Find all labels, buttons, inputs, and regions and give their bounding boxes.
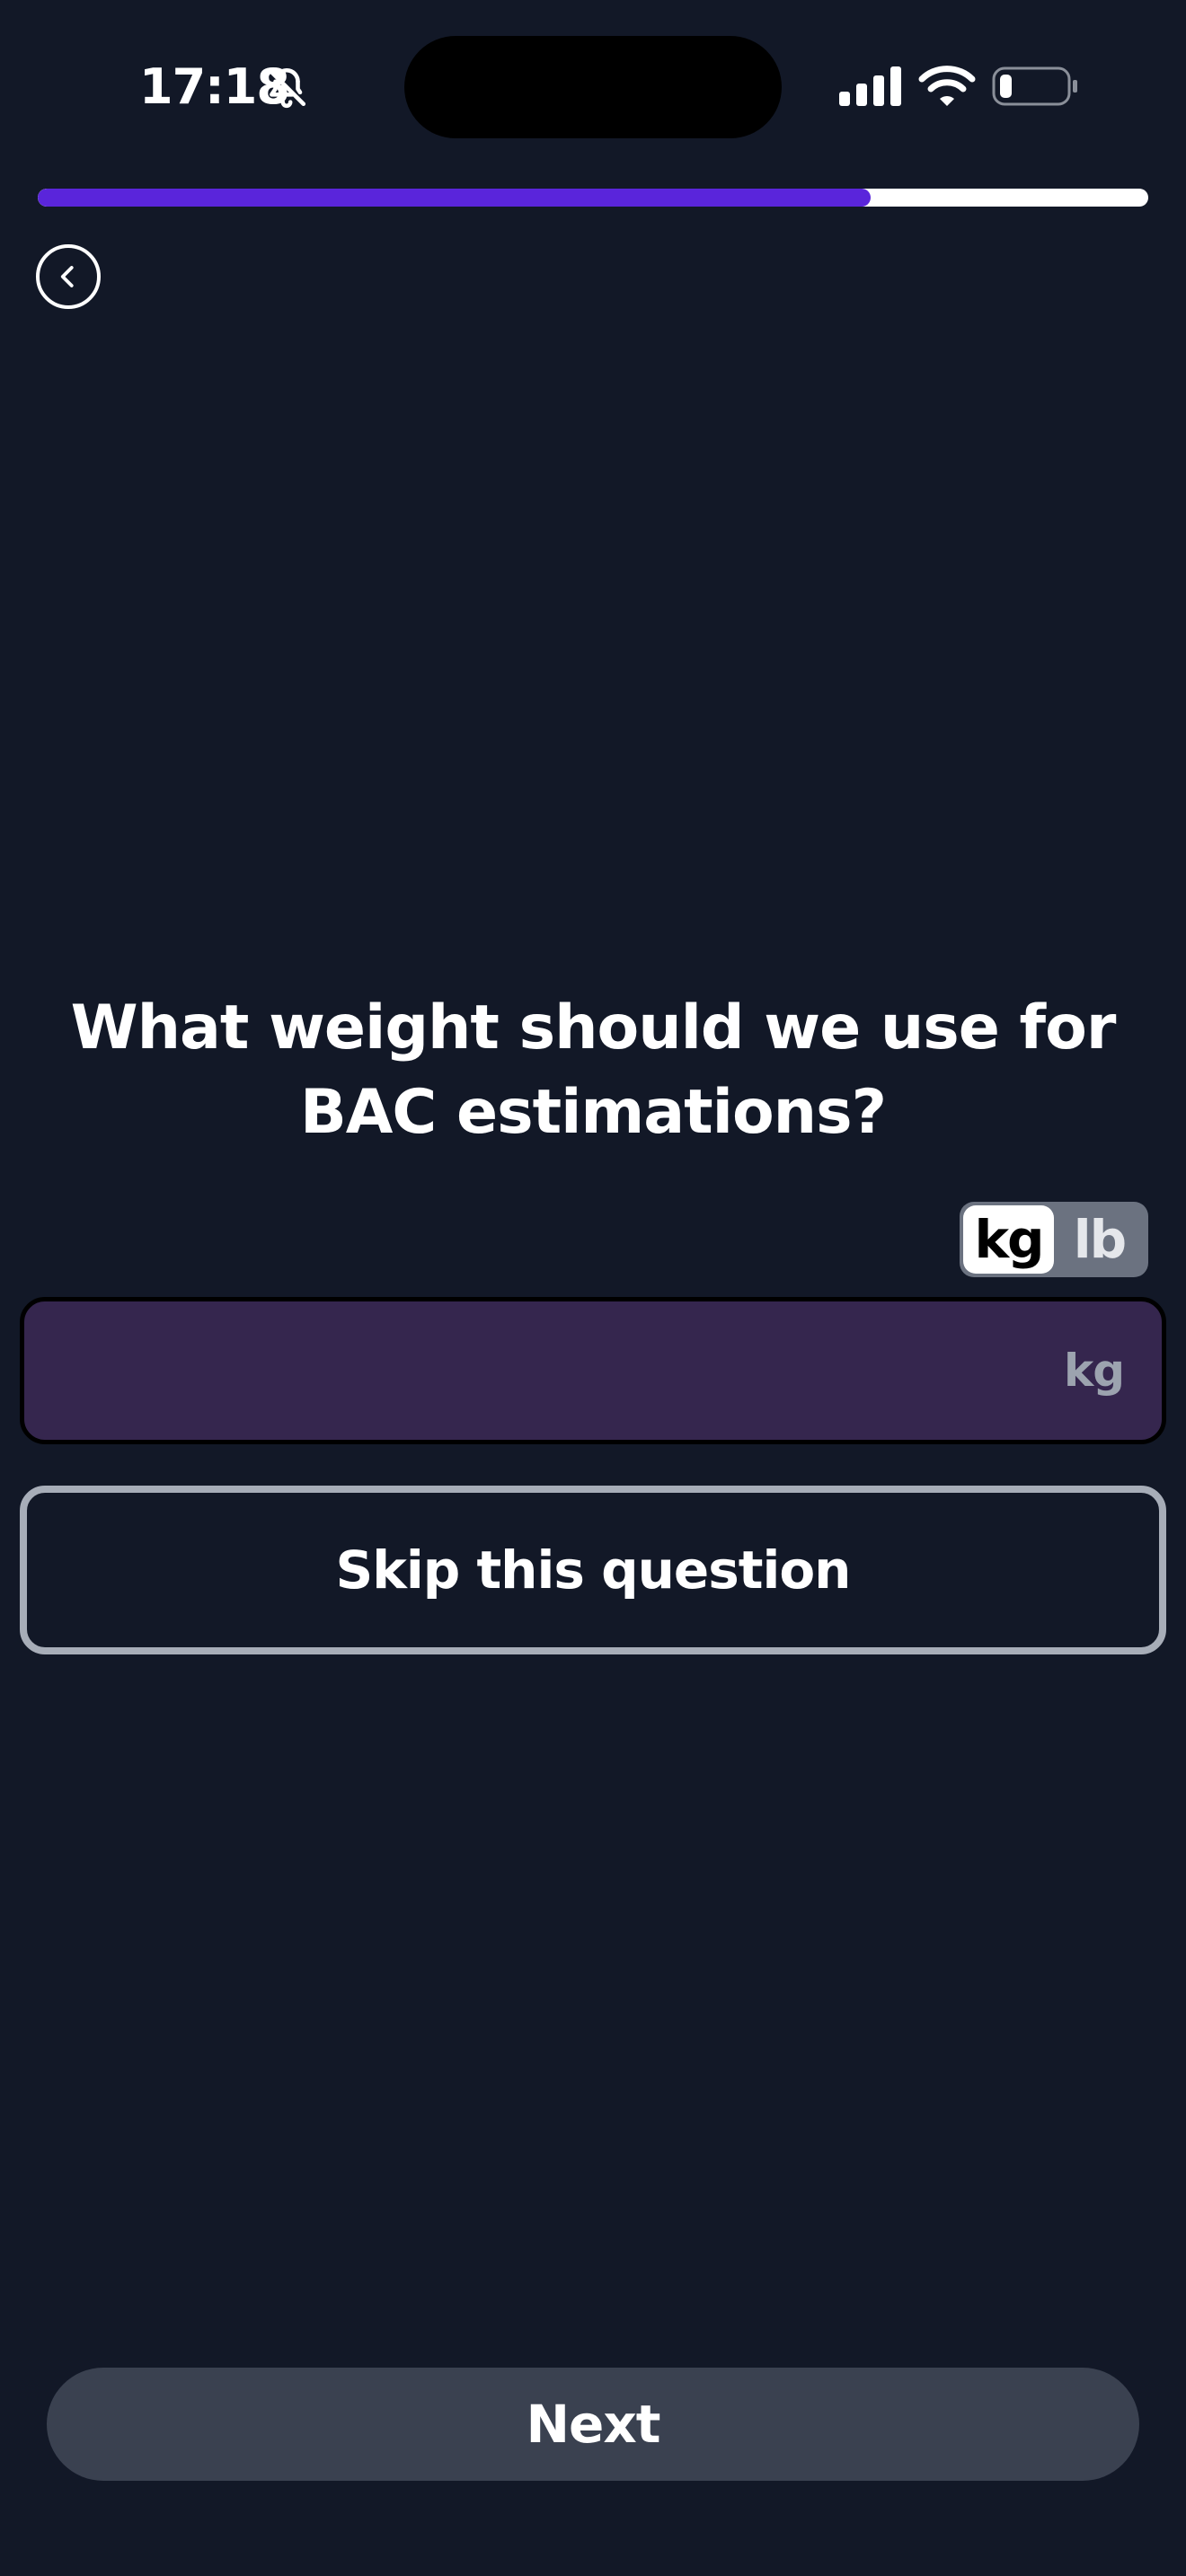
unit-toggle: kg lb bbox=[960, 1202, 1148, 1277]
cellular-signal-icon bbox=[839, 66, 901, 106]
weight-unit-suffix: kg bbox=[1063, 1345, 1125, 1397]
weight-input[interactable] bbox=[51, 1301, 1043, 1442]
chevron-left-icon bbox=[60, 266, 74, 287]
weight-field[interactable]: kg bbox=[20, 1297, 1166, 1444]
unit-option-kg[interactable]: kg bbox=[963, 1205, 1054, 1274]
battery-icon bbox=[992, 66, 1077, 106]
skip-question-button[interactable]: Skip this question bbox=[20, 1486, 1166, 1654]
next-button[interactable]: Next bbox=[47, 2368, 1139, 2481]
back-button[interactable] bbox=[36, 244, 101, 309]
progress-fill bbox=[38, 189, 871, 207]
progress-bar bbox=[38, 189, 1148, 207]
question-title: What weight should we use for BAC estima… bbox=[70, 992, 1117, 1148]
wifi-icon bbox=[918, 66, 976, 106]
bell-slash-icon bbox=[267, 67, 306, 109]
dynamic-island bbox=[404, 36, 782, 138]
unit-option-lb[interactable]: lb bbox=[1054, 1205, 1145, 1274]
